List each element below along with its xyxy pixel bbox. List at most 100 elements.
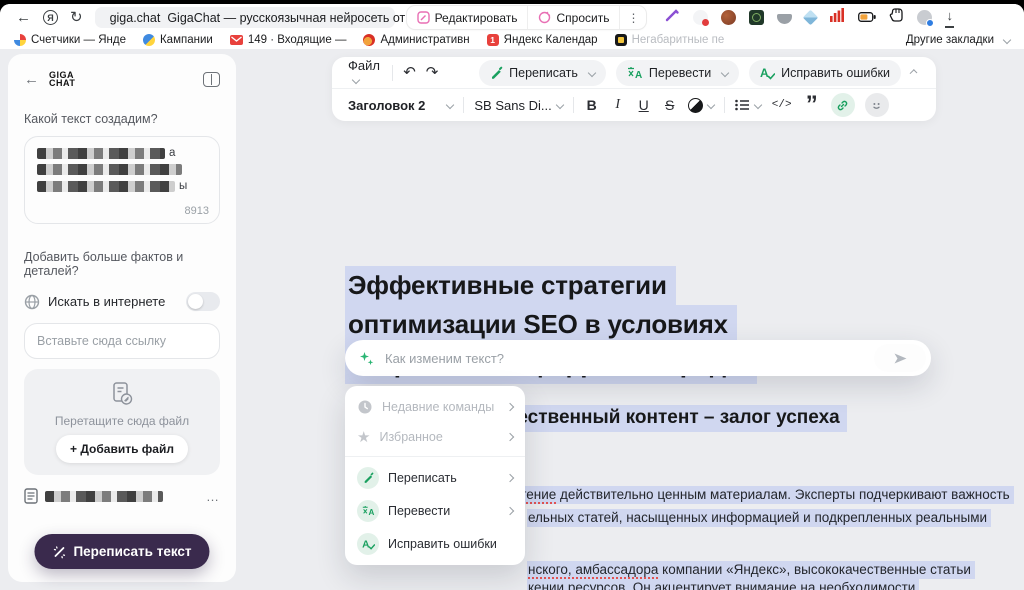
char-counter: 8913 (185, 205, 209, 217)
sidebar-back-icon[interactable]: ← (24, 72, 39, 87)
bookmark-admin[interactable]: Административн (363, 34, 469, 46)
underline-button[interactable]: U (636, 98, 652, 112)
bookmark-calendar[interactable]: 1 Яндекс Календар (487, 34, 598, 46)
visible-char: ы (179, 180, 187, 192)
stylus-extension-icon[interactable] (664, 7, 680, 28)
dropzone-label: Перетащите сюда файл (55, 414, 189, 428)
sparkle-icon (359, 351, 374, 366)
font-select[interactable]: SB Sans Di... (474, 98, 562, 113)
chart-extension-icon[interactable] (829, 8, 845, 27)
menu-item-recent[interactable]: Недавние команды (345, 392, 525, 422)
redo-icon[interactable]: ↷ (426, 65, 439, 80)
ai-command-input[interactable] (383, 350, 865, 367)
link-input[interactable] (24, 323, 220, 359)
extensions-row: ↓ (664, 7, 954, 28)
menu-item-translate[interactable]: A Перевести (345, 494, 525, 527)
browser-toolbar: ← Я ↻ giga.chat GigaChat — русскоязычная… (0, 4, 1024, 31)
bowl-extension-icon[interactable] (777, 14, 792, 24)
file-menu-dots[interactable]: … (206, 489, 220, 504)
page-title: GigaChat — русскоязычная нейросеть от Сб… (167, 11, 445, 25)
paragraph-line: нского, амбассадора компании «Яндекс», в… (527, 561, 975, 579)
link-button[interactable] (831, 93, 855, 117)
send-button[interactable] (874, 344, 926, 372)
calendar-favicon: 1 (487, 34, 499, 46)
metrika-favicon (14, 34, 26, 46)
downloads-icon[interactable]: ↓ (945, 7, 954, 28)
svg-text:A: A (362, 539, 370, 550)
mail-favicon (230, 35, 243, 45)
spellcheck-icon: A (760, 66, 775, 80)
document-icon (24, 488, 38, 504)
campaigns-favicon (143, 34, 155, 46)
redacted-text (37, 181, 175, 192)
svg-text:A: A (635, 70, 642, 79)
search-internet-label: Искать в интернете (48, 294, 165, 309)
magic-wand-icon (52, 545, 66, 559)
rewrite-action-button[interactable]: Переписать (479, 60, 606, 86)
italic-button[interactable]: I (610, 98, 626, 112)
refresh-icon[interactable]: ↻ (70, 10, 83, 25)
pen-icon (357, 467, 379, 489)
bookmark-oversized[interactable]: Негабаритные пе (615, 34, 725, 46)
search-internet-toggle[interactable] (186, 292, 220, 311)
redacted-filename (45, 491, 163, 502)
clock-icon (357, 399, 373, 415)
collapse-toolbar-icon[interactable] (910, 69, 918, 77)
quote-button[interactable]: ” (803, 100, 821, 110)
paragraph-line: ельных статей, насыщенных информацией и … (527, 509, 991, 527)
sketch-extension-icon[interactable] (721, 10, 736, 25)
list-button[interactable] (735, 99, 761, 111)
prompt-label: Какой текст создадим? (24, 112, 220, 126)
bookmark-metrika[interactable]: Счетчики — Янде (14, 34, 126, 46)
svg-text:A: A (368, 508, 374, 516)
text-color-button[interactable] (688, 98, 714, 113)
back-icon[interactable]: ← (16, 10, 31, 25)
strikethrough-button[interactable]: S (662, 98, 678, 112)
shield-extension-icon[interactable] (693, 10, 708, 25)
ask-page-button[interactable]: Спросить (527, 6, 619, 29)
other-bookmarks[interactable]: Другие закладки (906, 34, 1010, 46)
file-upload-icon (109, 381, 135, 407)
menu-divider (345, 456, 525, 457)
undo-icon[interactable]: ↶ (403, 65, 416, 80)
attached-file-item[interactable]: … (24, 488, 220, 504)
battery-extension-icon[interactable] (858, 9, 876, 27)
bookmarks-bar: Счетчики — Янде Кампании 149 · Входящие … (0, 31, 1024, 49)
rewrite-text-button[interactable]: Переписать текст (34, 534, 209, 569)
code-button[interactable]: </> (771, 100, 793, 111)
fix-errors-action-button[interactable]: A Исправить ошибки (749, 60, 901, 86)
menu-item-favorites[interactable]: ★ Избранное (345, 422, 525, 452)
oversized-favicon (615, 34, 627, 46)
glove-extension-icon[interactable] (889, 8, 904, 27)
browser-ai-actions: Редактировать Спросить ⋮ (407, 6, 647, 29)
translate-icon: A (627, 66, 643, 79)
spellcheck-icon: A (357, 533, 379, 555)
yandex-browser-icon[interactable]: Я (43, 10, 58, 25)
paragraph-line: кении ресурсов. Он акцентирует внимание … (527, 579, 919, 590)
darkgreen-extension-icon[interactable] (749, 10, 764, 25)
facts-label: Добавить больше фактов и деталей? (24, 250, 220, 278)
address-bar[interactable]: giga.chat GigaChat — русскоязычная нейро… (95, 7, 395, 28)
collapse-panel-icon[interactable] (203, 72, 220, 87)
sync-extension-icon[interactable] (917, 10, 932, 25)
url-text: giga.chat (110, 11, 161, 25)
bold-button[interactable]: B (584, 98, 600, 112)
emoji-button[interactable] (865, 93, 889, 117)
edit-page-button[interactable]: Редактировать (407, 6, 528, 29)
chip-more-menu[interactable]: ⋮ (619, 6, 646, 29)
file-dropzone[interactable]: Перетащите сюда файл + Добавить файл (24, 369, 220, 475)
star-icon: ★ (357, 430, 370, 445)
bookmark-campaigns[interactable]: Кампании (143, 34, 213, 46)
translate-action-button[interactable]: A Перевести (616, 60, 739, 86)
block-style-select[interactable]: Заголовок 2 (348, 98, 453, 113)
admin-favicon (363, 34, 375, 46)
menu-item-rewrite[interactable]: Переписать (345, 461, 525, 494)
ai-command-bar (345, 340, 931, 376)
file-menu[interactable]: Файл (348, 58, 382, 88)
add-file-button[interactable]: + Добавить файл (56, 435, 188, 463)
bookmark-inbox[interactable]: 149 · Входящие — (230, 34, 347, 46)
browser-window: ← Я ↻ giga.chat GigaChat — русскоязычная… (0, 4, 1024, 590)
prompt-textarea[interactable]: а ы 8913 (24, 136, 220, 224)
cube-extension-icon[interactable] (803, 10, 819, 26)
menu-item-fix-errors[interactable]: A Исправить ошибки (345, 527, 525, 560)
